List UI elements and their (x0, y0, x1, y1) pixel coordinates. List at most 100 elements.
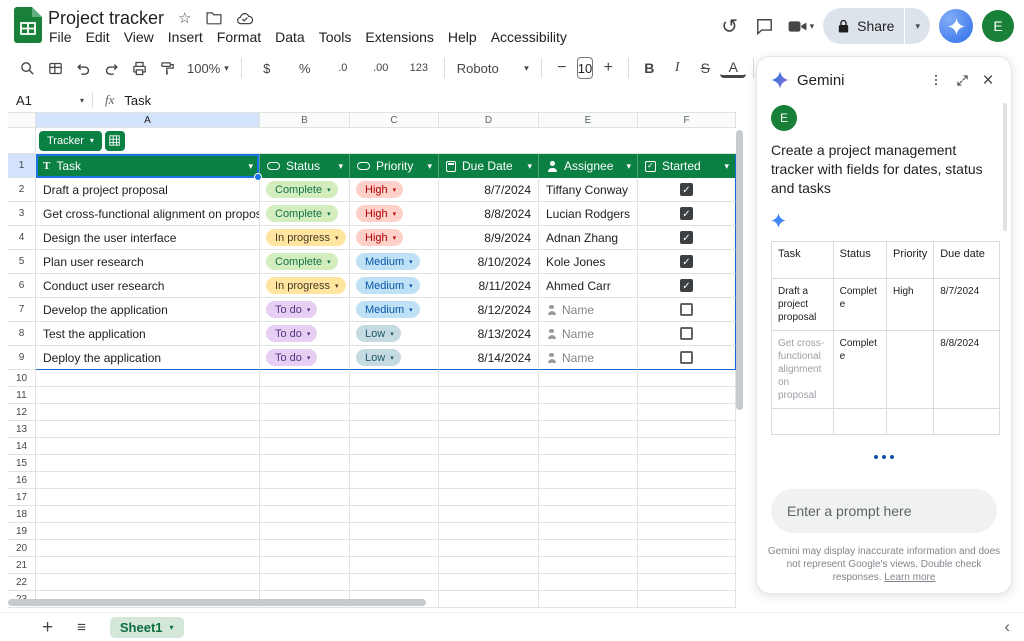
cell-assignee[interactable]: Ahmed Carr (539, 274, 638, 298)
empty-cell[interactable] (350, 472, 439, 489)
cell-task[interactable]: Draft a project proposal (36, 178, 260, 202)
cell-started[interactable] (638, 178, 736, 202)
empty-cell[interactable] (638, 506, 736, 523)
italic-button[interactable]: I (664, 55, 690, 81)
column-header-C[interactable]: C (350, 112, 439, 128)
strikethrough-button[interactable]: S (692, 55, 718, 81)
format-currency-button[interactable]: $ (249, 55, 285, 81)
dropdown-chip[interactable]: In progress▾ (266, 277, 346, 294)
empty-cell[interactable] (638, 455, 736, 472)
row-header-15[interactable]: 15 (8, 455, 36, 472)
cell-due-date[interactable]: 8/8/2024 (439, 202, 539, 226)
empty-cell[interactable] (260, 574, 350, 591)
cell-due-date[interactable]: 8/9/2024 (439, 226, 539, 250)
empty-cell[interactable] (439, 523, 539, 540)
menu-file[interactable]: File (42, 28, 79, 46)
empty-cell[interactable] (260, 557, 350, 574)
add-sheet-icon[interactable]: + (42, 618, 53, 637)
empty-cell[interactable] (36, 404, 260, 421)
cell-due-date[interactable]: 8/10/2024 (439, 250, 539, 274)
cell-assignee[interactable]: Name (539, 346, 638, 370)
row-header-1[interactable]: 1 (8, 154, 36, 178)
empty-cell[interactable] (439, 557, 539, 574)
increase-decimal-button[interactable]: .00 (363, 55, 399, 81)
empty-cell[interactable] (638, 591, 736, 608)
move-folder-icon[interactable] (206, 11, 222, 25)
column-header-A[interactable]: A (36, 112, 260, 128)
redo-icon[interactable] (98, 55, 124, 81)
empty-cell[interactable] (36, 438, 260, 455)
row-header-7[interactable]: 7 (8, 298, 36, 322)
star-icon[interactable]: ☆ (178, 11, 191, 26)
empty-cell[interactable] (350, 489, 439, 506)
row-header-20[interactable]: 20 (8, 540, 36, 557)
empty-cell[interactable] (350, 523, 439, 540)
empty-cell[interactable] (638, 421, 736, 438)
table-header-priority[interactable]: Priority▾ (350, 154, 439, 178)
empty-cell[interactable] (350, 438, 439, 455)
empty-cell[interactable] (539, 540, 638, 557)
cell-status[interactable]: To do▾ (260, 298, 350, 322)
empty-cell[interactable] (539, 574, 638, 591)
empty-cell[interactable] (638, 523, 736, 540)
dropdown-chip[interactable]: High▾ (356, 229, 403, 246)
empty-cell[interactable] (539, 523, 638, 540)
empty-cell[interactable] (36, 523, 260, 540)
search-icon[interactable] (14, 55, 40, 81)
empty-cell[interactable] (638, 472, 736, 489)
table-name-chip[interactable]: Tracker ▾ (39, 131, 102, 151)
learn-more-link[interactable]: Learn more (884, 572, 935, 583)
dropdown-chip[interactable]: Medium▾ (356, 301, 420, 318)
version-history-icon[interactable]: ↺ (717, 13, 743, 39)
cloud-saved-icon[interactable] (236, 11, 254, 25)
empty-cell[interactable] (260, 421, 350, 438)
print-icon[interactable] (126, 55, 152, 81)
started-checkbox[interactable] (680, 351, 693, 364)
sheets-logo-icon[interactable] (14, 7, 42, 43)
format-percent-button[interactable]: % (287, 55, 323, 81)
empty-cell[interactable] (439, 438, 539, 455)
menu-accessibility[interactable]: Accessibility (484, 28, 574, 46)
table-header-status[interactable]: Status▾ (260, 154, 350, 178)
gemini-prompt-input[interactable]: Enter a prompt here (771, 489, 997, 533)
row-header-2[interactable]: 2 (8, 178, 36, 202)
cell-status[interactable]: In progress▾ (260, 274, 350, 298)
name-box[interactable]: A1 ▾ (0, 93, 92, 108)
empty-cell[interactable] (260, 438, 350, 455)
cell-due-date[interactable]: 8/13/2024 (439, 322, 539, 346)
account-avatar[interactable]: E (982, 10, 1014, 42)
column-header-F[interactable]: F (638, 112, 736, 128)
comment-icon[interactable] (752, 13, 778, 39)
empty-cell[interactable] (539, 557, 638, 574)
dropdown-chip[interactable]: Complete▾ (266, 253, 338, 270)
row-header-14[interactable]: 14 (8, 438, 36, 455)
row-header-13[interactable]: 13 (8, 421, 36, 438)
decrease-decimal-button[interactable]: .0 (325, 55, 361, 81)
cell-started[interactable] (638, 250, 736, 274)
empty-cell[interactable] (539, 404, 638, 421)
empty-cell[interactable] (36, 574, 260, 591)
table-header-task[interactable]: TTask▾ (36, 154, 260, 178)
empty-cell[interactable] (439, 506, 539, 523)
row-header-5[interactable]: 5 (8, 250, 36, 274)
row-header-8[interactable]: 8 (8, 322, 36, 346)
cell-task[interactable]: Get cross-functional alignment on propos… (36, 202, 260, 226)
empty-cell[interactable] (638, 574, 736, 591)
menu-edit[interactable]: Edit (79, 28, 117, 46)
row-header-4[interactable]: 4 (8, 226, 36, 250)
empty-cell[interactable] (350, 455, 439, 472)
cell-started[interactable] (638, 202, 736, 226)
empty-cell[interactable] (350, 557, 439, 574)
cell-task[interactable]: Deploy the application (36, 346, 260, 370)
empty-cell[interactable] (539, 472, 638, 489)
video-call-button[interactable]: ▾ (787, 18, 815, 35)
empty-cell[interactable] (350, 506, 439, 523)
row-header-11[interactable]: 11 (8, 387, 36, 404)
dropdown-chip[interactable]: Medium▾ (356, 277, 420, 294)
vertical-scrollbar[interactable] (736, 130, 743, 410)
empty-cell[interactable] (36, 387, 260, 404)
dropdown-chip[interactable]: To do▾ (266, 301, 317, 318)
empty-cell[interactable] (350, 421, 439, 438)
menu-extensions[interactable]: Extensions (358, 28, 440, 46)
empty-cell[interactable] (439, 370, 539, 387)
